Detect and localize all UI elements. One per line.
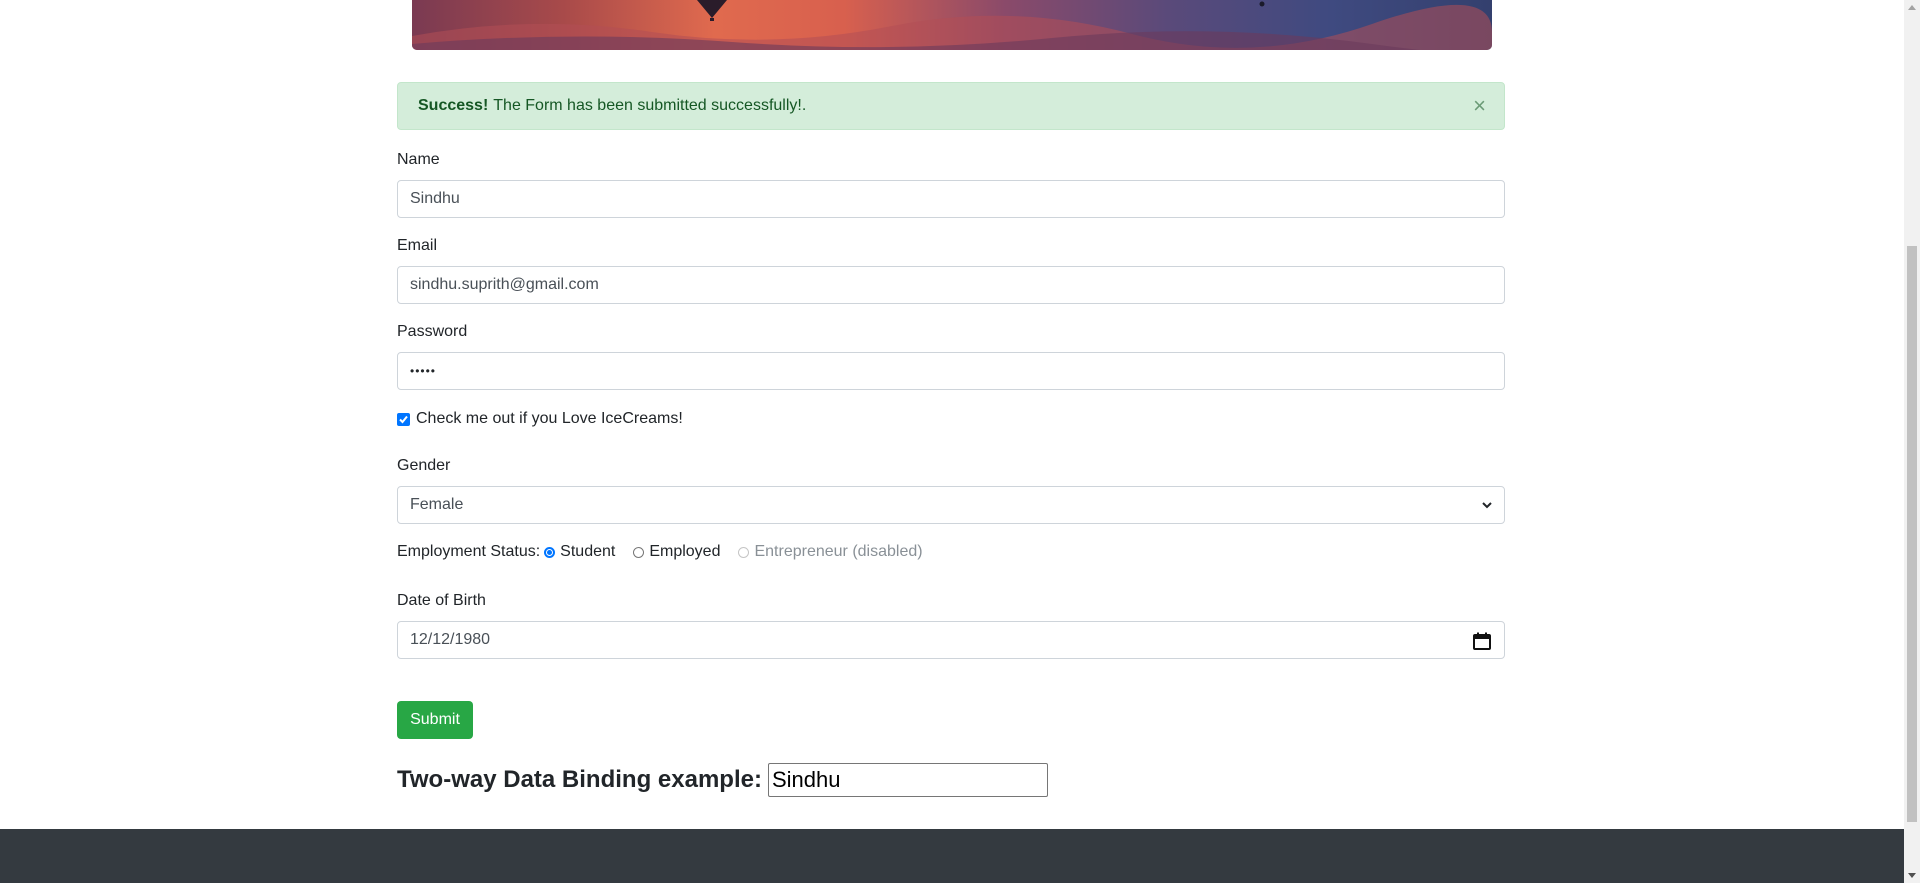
- password-label: Password: [397, 323, 468, 340]
- gender-select-value: Female: [410, 496, 464, 513]
- check-icon: [399, 415, 408, 423]
- name-input[interactable]: Sindhu: [397, 180, 1505, 218]
- scroll-down-icon[interactable]: [1908, 873, 1916, 878]
- entrepreneur-radio-label: Entrepreneur (disabled): [754, 543, 923, 560]
- alert-message: The Form has been submitted successfully…: [493, 97, 807, 114]
- two-way-binding-section: Two-way Data Binding example: Sindhu: [397, 763, 1048, 797]
- employed-radio[interactable]: [633, 546, 645, 558]
- alert-strong: Success!: [418, 97, 489, 114]
- icecream-checkbox-label: Check me out if you Love IceCreams!: [416, 410, 683, 427]
- dob-input[interactable]: 12/12/1980: [397, 621, 1505, 659]
- dob-label: Date of Birth: [397, 592, 486, 609]
- email-label: Email: [397, 237, 438, 254]
- vertical-scrollbar[interactable]: [1904, 0, 1920, 883]
- scrollbar-thumb[interactable]: [1907, 246, 1917, 822]
- page-footer: [0, 829, 1904, 883]
- student-radio[interactable]: [544, 546, 556, 558]
- password-input-value: •••••: [410, 364, 437, 378]
- gender-select[interactable]: Female: [397, 486, 1505, 524]
- success-alert: Success! The Form has been submitted suc…: [397, 82, 1505, 130]
- calendar-icon[interactable]: [1472, 631, 1492, 651]
- entrepreneur-radio: [738, 546, 750, 558]
- email-input[interactable]: sindhu.suprith@gmail.com: [397, 266, 1505, 304]
- icecream-checkbox-row[interactable]: Check me out if you Love IceCreams!: [397, 410, 683, 428]
- email-input-value: sindhu.suprith@gmail.com: [410, 276, 599, 293]
- binding-input[interactable]: Sindhu: [767, 763, 1048, 797]
- gender-label: Gender: [397, 457, 451, 474]
- name-label: Name: [397, 151, 440, 168]
- employed-radio-label[interactable]: Employed: [649, 543, 720, 561]
- name-input-value: Sindhu: [410, 190, 460, 207]
- icecream-checkbox[interactable]: [397, 412, 410, 426]
- password-input[interactable]: •••••: [397, 352, 1505, 390]
- submit-button[interactable]: Submit: [397, 701, 473, 739]
- page: Success! The Form has been submitted suc…: [0, 0, 1920, 883]
- chevron-down-icon: [1482, 502, 1492, 509]
- hero-banner-image: [412, 0, 1492, 50]
- hero-landscape-graphic: [412, 0, 1492, 50]
- employment-status-label: Employment Status:: [397, 543, 541, 560]
- student-radio-label[interactable]: Student: [560, 543, 615, 561]
- binding-input-value: Sindhu: [771, 767, 841, 792]
- binding-title: Two-way Data Binding example:: [397, 766, 762, 793]
- scroll-up-icon[interactable]: [1908, 5, 1916, 10]
- close-icon[interactable]: ×: [1473, 95, 1486, 117]
- dob-input-value: 12/12/1980: [410, 631, 491, 648]
- employment-status-group: Employment Status: Student Employed Entr…: [397, 543, 937, 561]
